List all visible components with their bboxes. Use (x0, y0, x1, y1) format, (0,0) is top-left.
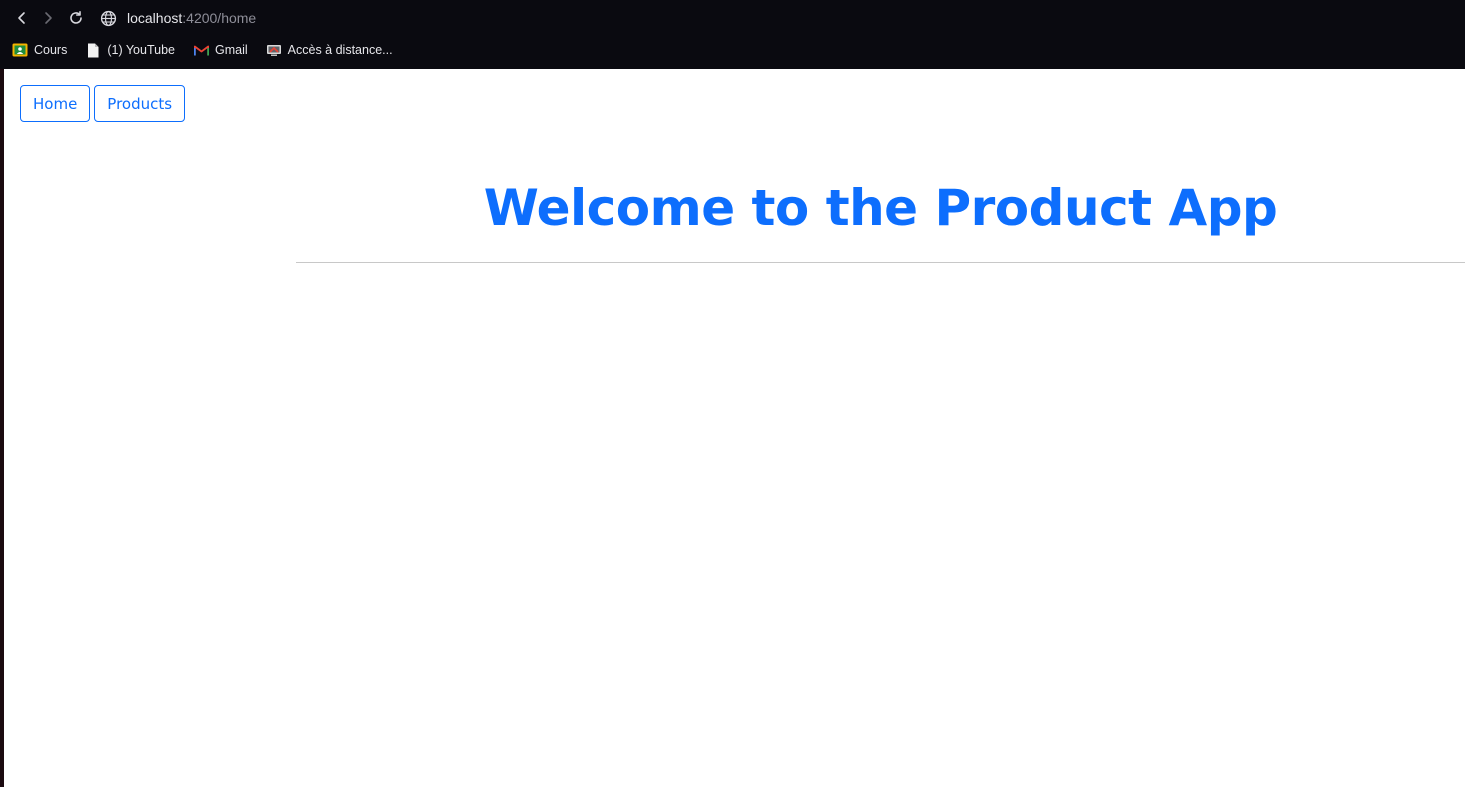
bookmark-label: Cours (34, 43, 68, 57)
address-bar[interactable]: localhost:4200/home (100, 8, 256, 28)
bookmark-gmail[interactable]: Gmail (193, 42, 248, 58)
bookmark-cours[interactable]: Cours (12, 42, 67, 58)
forward-button[interactable] (38, 8, 58, 28)
products-nav-button[interactable]: Products (94, 85, 186, 122)
remote-access-icon (266, 42, 282, 58)
document-icon (85, 42, 101, 58)
globe-icon (100, 10, 117, 26)
reload-icon (70, 11, 82, 24)
page-content: Home Products Welcome to the Product App (4, 69, 1465, 787)
reload-button[interactable] (66, 8, 86, 28)
page-title: Welcome to the Product App (483, 179, 1278, 237)
chevron-right-icon (45, 12, 52, 24)
chevron-left-icon (18, 12, 25, 24)
back-button[interactable] (12, 8, 32, 28)
divider (296, 262, 1465, 263)
classroom-icon (12, 42, 28, 58)
browser-chrome: localhost:4200/home Cours (1) YouTube Gm… (0, 0, 1465, 69)
bookmark-youtube[interactable]: (1) YouTube (85, 42, 175, 58)
bookmark-label: Accès à distance... (287, 43, 393, 57)
bookmark-label: Gmail (215, 43, 248, 57)
url-host: localhost (127, 10, 183, 26)
url-path: :4200/home (182, 10, 257, 26)
url-text: localhost:4200/home (127, 10, 256, 26)
bookmarks-bar: Cours (1) YouTube Gmail Accès à distance… (12, 40, 393, 60)
bookmark-remote-access[interactable]: Accès à distance... (266, 42, 393, 58)
bookmark-label: (1) YouTube (107, 43, 175, 57)
home-nav-button[interactable]: Home (20, 85, 91, 122)
gmail-icon (193, 42, 209, 58)
app-nav: Home Products (20, 85, 186, 122)
